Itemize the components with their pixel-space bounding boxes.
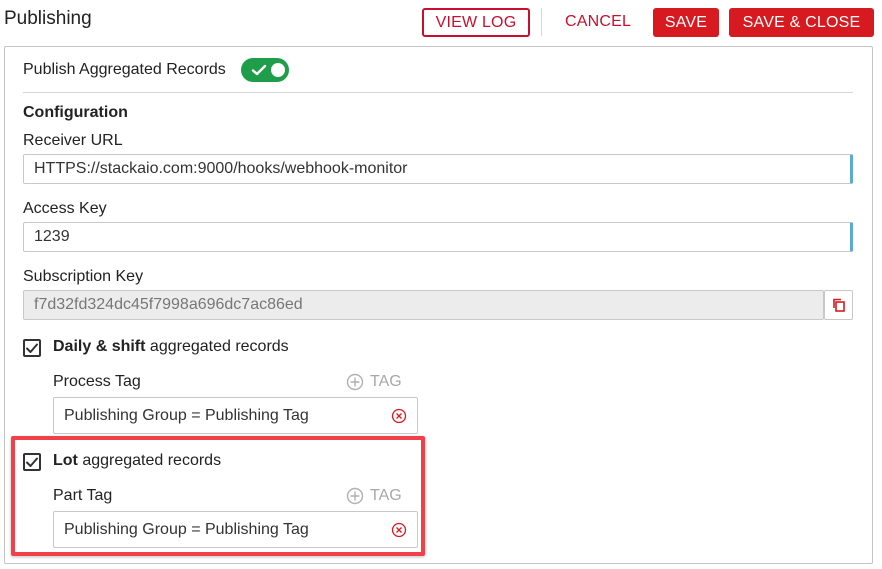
- cancel-button[interactable]: CANCEL: [556, 9, 640, 35]
- add-circle-icon: [346, 487, 364, 505]
- check-icon: [251, 64, 267, 76]
- access-key-label: Access Key: [23, 200, 107, 217]
- part-tag-field[interactable]: Publishing Group = Publishing Tag: [53, 511, 418, 548]
- part-tag-value: Publishing Group = Publishing Tag: [64, 520, 309, 538]
- toggle-knob: [271, 63, 285, 77]
- publish-aggregated-label: Publish Aggregated Records: [23, 61, 226, 78]
- page-title: Publishing: [4, 8, 92, 29]
- add-process-tag-label: TAG: [370, 373, 402, 390]
- lot-label: Lot aggregated records: [53, 452, 221, 470]
- remove-tag-icon[interactable]: [391, 522, 407, 538]
- subscription-key-label: Subscription Key: [23, 268, 144, 285]
- daily-shift-label-bold: Daily & shift: [53, 338, 146, 355]
- add-circle-icon: [346, 373, 364, 391]
- copy-icon: [832, 298, 845, 312]
- checkmark-icon: [26, 457, 38, 467]
- add-process-tag-button[interactable]: TAG: [346, 373, 402, 391]
- subscription-key-input[interactable]: [23, 290, 824, 320]
- part-tag-label: Part Tag: [53, 487, 113, 504]
- lot-checkbox[interactable]: [23, 453, 41, 471]
- lot-label-bold: Lot: [53, 452, 78, 469]
- process-tag-field[interactable]: Publishing Group = Publishing Tag: [53, 397, 418, 434]
- save-button[interactable]: SAVE: [653, 8, 719, 37]
- daily-shift-checkbox[interactable]: [23, 339, 41, 357]
- process-tag-label: Process Tag: [53, 373, 141, 390]
- receiver-url-label: Receiver URL: [23, 132, 123, 149]
- view-log-button[interactable]: VIEW LOG: [422, 8, 530, 37]
- add-part-tag-button[interactable]: TAG: [346, 487, 402, 505]
- publish-aggregated-toggle[interactable]: [241, 58, 289, 82]
- checkmark-icon: [26, 343, 38, 353]
- lot-label-rest: aggregated records: [77, 452, 222, 469]
- publishing-panel: Publish Aggregated Records Configuration…: [4, 46, 873, 564]
- copy-subscription-key-button[interactable]: [824, 290, 853, 320]
- save-and-close-button[interactable]: SAVE & CLOSE: [729, 8, 874, 37]
- daily-shift-label-rest: aggregated records: [145, 338, 289, 355]
- receiver-url-input[interactable]: [23, 154, 853, 184]
- add-part-tag-label: TAG: [370, 487, 402, 504]
- daily-shift-label: Daily & shift aggregated records: [53, 338, 289, 356]
- access-key-input[interactable]: [23, 222, 853, 252]
- process-tag-value: Publishing Group = Publishing Tag: [64, 406, 309, 424]
- configuration-heading: Configuration: [23, 104, 128, 121]
- divider: [23, 92, 853, 93]
- header-divider: [541, 8, 542, 36]
- remove-tag-icon[interactable]: [391, 408, 407, 424]
